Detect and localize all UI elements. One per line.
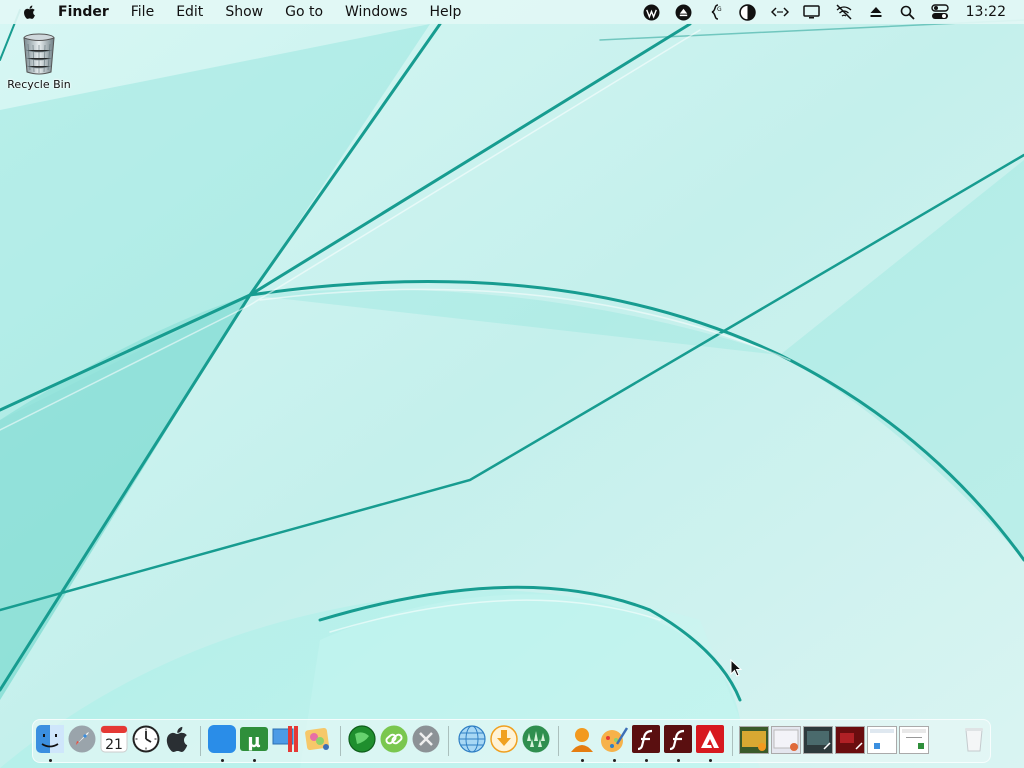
dock-grid-dots[interactable] <box>521 724 553 758</box>
download-icon <box>490 725 518 753</box>
tools-icon <box>412 725 440 753</box>
running-indicator <box>613 759 616 762</box>
flash-icon <box>632 725 660 753</box>
dock-link[interactable] <box>379 724 411 758</box>
desktop-wallpaper <box>0 0 1024 768</box>
eject-circle-icon[interactable] <box>675 3 693 21</box>
dock-clock[interactable] <box>131 724 163 758</box>
running-indicator <box>49 759 52 762</box>
dock-separator <box>558 726 559 756</box>
app-menu-finder[interactable]: Finder <box>58 0 120 24</box>
menu-help[interactable]: Help <box>419 0 473 24</box>
dock: 21 µ <box>32 719 991 763</box>
dock-finder[interactable] <box>35 724 67 762</box>
dock-download[interactable] <box>489 724 521 758</box>
menu-show[interactable]: Show <box>214 0 274 24</box>
code-brackets-icon[interactable]: G <box>707 3 725 21</box>
running-indicator <box>709 759 712 762</box>
dock-flash[interactable] <box>631 724 663 762</box>
svg-text:µ: µ <box>247 731 260 752</box>
dock-utorrent[interactable]: µ <box>239 724 271 762</box>
paint-icon <box>601 727 629 752</box>
window-thumbnail-4[interactable] <box>835 726 865 754</box>
display-icon[interactable] <box>803 3 821 21</box>
menu-go-to[interactable]: Go to <box>274 0 334 24</box>
dock-safari[interactable] <box>207 724 239 762</box>
web-globe-icon <box>458 725 486 753</box>
search-icon[interactable] <box>899 3 917 21</box>
dock-flash-2[interactable] <box>663 724 695 762</box>
dock-green-globe[interactable] <box>347 724 379 758</box>
contrast-icon[interactable] <box>739 3 757 21</box>
apple-icon <box>166 726 188 752</box>
trash-icon <box>23 33 55 75</box>
window-thumbnail-3[interactable] <box>803 726 833 754</box>
running-indicator <box>677 759 680 762</box>
finder-icon <box>36 725 64 753</box>
menu-file[interactable]: File <box>120 0 165 24</box>
window-thumbnail-1[interactable] <box>739 726 769 754</box>
dock-paint[interactable] <box>599 724 631 762</box>
dock-trash[interactable] <box>959 724 991 758</box>
safari-icon <box>208 725 236 753</box>
dock-separator <box>340 726 341 756</box>
dock-separator <box>448 726 449 756</box>
dock-apple[interactable] <box>163 724 195 758</box>
network-arrows-icon[interactable] <box>770 3 789 21</box>
menu-bar: Finder File Edit Show Go to Windows Help… <box>0 0 1024 24</box>
apple-menu-icon[interactable] <box>22 4 38 20</box>
launchpad-icon <box>68 725 96 753</box>
utorrent-icon: µ <box>240 727 268 752</box>
clock-icon <box>132 725 160 753</box>
no-wifi-icon[interactable] <box>835 3 853 21</box>
window-thumbnail-2[interactable] <box>771 726 801 754</box>
link-icon <box>380 725 408 753</box>
dock-separator <box>732 726 733 756</box>
dock-launchpad[interactable] <box>67 724 99 758</box>
menu-windows[interactable]: Windows <box>334 0 419 24</box>
running-indicator <box>253 759 256 762</box>
menu-edit[interactable]: Edit <box>165 0 214 24</box>
window-thumbnail-5[interactable] <box>867 726 897 754</box>
running-indicator <box>645 759 648 762</box>
desktop-icon-recycle-bin[interactable]: Recycle Bin <box>4 32 74 91</box>
wordpress-icon[interactable] <box>643 3 661 21</box>
svg-text:G: G <box>717 6 722 13</box>
dock-separator <box>200 726 201 756</box>
flash-icon-2 <box>664 725 692 753</box>
adobe-icon <box>696 725 724 753</box>
dock-parallels[interactable] <box>271 724 303 758</box>
calendar-day: 21 <box>105 737 123 753</box>
calendar-icon: 21 <box>100 725 128 753</box>
mouse-cursor-icon <box>730 659 743 677</box>
dock-web-globe[interactable] <box>457 724 489 758</box>
control-center-icon[interactable] <box>930 3 949 21</box>
menubar-clock[interactable]: 13:22 <box>966 4 1006 20</box>
desktop-icon-label: Recycle Bin <box>7 78 71 91</box>
dock-adobe[interactable] <box>695 724 727 762</box>
dock-photo-editor[interactable] <box>303 724 335 758</box>
dock-contacts[interactable] <box>567 724 599 762</box>
trash-icon <box>965 728 983 752</box>
eject-icon[interactable] <box>867 3 885 21</box>
dock-calendar[interactable]: 21 <box>99 724 131 758</box>
running-indicator <box>221 759 224 762</box>
contacts-icon <box>571 728 593 752</box>
running-indicator <box>581 759 584 762</box>
parallels-icon <box>272 726 298 752</box>
window-thumbnail-6[interactable] <box>899 726 929 754</box>
photo-editor-icon <box>305 727 329 751</box>
grid-dots-icon <box>522 725 550 753</box>
green-globe-icon <box>348 725 376 753</box>
dock-tools[interactable] <box>411 724 443 758</box>
